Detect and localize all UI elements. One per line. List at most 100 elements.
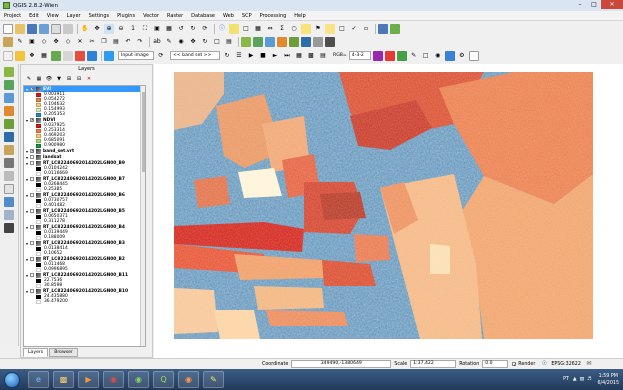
refresh-input-icon[interactable]: ⟳: [156, 51, 166, 61]
new-bookmark-icon[interactable]: [301, 23, 311, 34]
expand-toggle-icon[interactable]: ▾: [25, 257, 29, 262]
manage-visibility-icon[interactable]: 👁: [45, 75, 53, 83]
open-attribute-table-icon[interactable]: ▦: [253, 24, 263, 34]
add-spatialite-layer-icon[interactable]: [277, 36, 287, 47]
crs-status[interactable]: EPSG:32622: [551, 362, 581, 367]
menu-scp[interactable]: SCP: [238, 13, 256, 19]
copy-features-icon[interactable]: ❐: [99, 37, 109, 47]
pan-icon[interactable]: ✋: [80, 24, 90, 34]
explorer-icon[interactable]: ▩: [53, 371, 74, 388]
minimize-button[interactable]: –: [573, 0, 587, 9]
layer-row[interactable]: ▾ RT_LC82240692014202LGN00_B10: [24, 288, 145, 294]
scp-roi-draw-icon[interactable]: □: [421, 51, 431, 61]
refresh-icon[interactable]: ⟳: [200, 24, 210, 34]
add-virtual-icon[interactable]: [4, 171, 14, 181]
network-icon[interactable]: ▨: [580, 377, 585, 382]
band-set-play-icon[interactable]: ▶: [246, 51, 256, 61]
layer-visibility-checkbox[interactable]: ✕: [30, 87, 34, 91]
menu-vector[interactable]: Vector: [139, 13, 163, 19]
deselect-icon[interactable]: □: [241, 24, 251, 34]
zoom-layer-icon[interactable]: ▦: [164, 24, 174, 34]
scp-tool-icon[interactable]: [3, 50, 13, 61]
print-composer-icon[interactable]: [51, 23, 61, 34]
add-feature-icon[interactable]: ◇: [39, 37, 49, 47]
log-messages-icon[interactable]: ✉: [584, 359, 594, 369]
expand-toggle-icon[interactable]: ▾: [25, 209, 29, 214]
close-button[interactable]: ✕: [601, 0, 623, 9]
add-wfs-layer-icon[interactable]: [301, 36, 311, 47]
tray-arrow-icon[interactable]: ▲: [573, 377, 577, 382]
add-wfs-icon[interactable]: [4, 145, 14, 155]
layer-visibility-checkbox[interactable]: [30, 161, 34, 165]
expand-toggle-icon[interactable]: ▾: [25, 161, 29, 166]
chrome-icon[interactable]: ◉: [103, 371, 124, 388]
move-annotation-icon[interactable]: ✓: [349, 24, 359, 34]
new-layer-icon[interactable]: [4, 184, 14, 194]
layer-visibility-checkbox[interactable]: [30, 209, 34, 213]
scp-point-icon[interactable]: [15, 50, 25, 61]
measure-icon[interactable]: ⇔: [265, 24, 275, 34]
save-edits-icon[interactable]: ▣: [27, 37, 37, 47]
expand-toggle-icon[interactable]: ▾: [25, 289, 29, 294]
add-mssql-icon[interactable]: [4, 210, 14, 220]
menu-web[interactable]: Web: [219, 13, 238, 19]
scp-preview-icon[interactable]: ✎: [409, 51, 419, 61]
qgis-taskbar-icon[interactable]: Q: [153, 371, 174, 388]
label-change-icon[interactable]: □: [212, 37, 222, 47]
scrollbar-thumb[interactable]: [142, 92, 145, 172]
zoom-next-icon[interactable]: ↻: [188, 24, 198, 34]
menu-project[interactable]: Project: [0, 13, 25, 19]
add-wms-icon[interactable]: [4, 119, 14, 129]
zoom-selection-icon[interactable]: ▣: [152, 24, 162, 34]
open-layer-styling-icon[interactable]: ✎: [25, 75, 33, 83]
expand-toggle-icon[interactable]: ▾: [25, 177, 29, 182]
tab-browser[interactable]: Browser: [49, 348, 78, 357]
expand-toggle-icon[interactable]: ▾: [25, 155, 29, 160]
scp-settings-icon[interactable]: ⚙: [457, 51, 467, 61]
coordinate-field[interactable]: 349490,-1380649: [291, 360, 392, 368]
paint-icon[interactable]: ✎: [203, 371, 224, 388]
add-spatialite-icon[interactable]: [4, 106, 14, 116]
legend-item[interactable]: 36.479200: [24, 299, 145, 304]
text-annotation-icon[interactable]: [325, 23, 335, 34]
add-vector-icon[interactable]: [4, 67, 14, 77]
render-checkbox[interactable]: ✓: [512, 362, 517, 367]
media-player-icon[interactable]: ▶: [78, 371, 99, 388]
menu-processing[interactable]: Processing: [256, 13, 291, 19]
label-tool-icon[interactable]: ab: [152, 37, 162, 47]
layer-visibility-checkbox[interactable]: [30, 155, 34, 159]
raster-map[interactable]: [154, 64, 623, 358]
collapse-all-icon[interactable]: ⊟: [75, 75, 83, 83]
scp-cursor-icon[interactable]: ❖: [27, 51, 37, 61]
label-move-icon[interactable]: ✥: [188, 37, 198, 47]
undo-icon[interactable]: ↶: [123, 37, 133, 47]
layer-visibility-checkbox[interactable]: [30, 241, 34, 245]
label-pin-icon[interactable]: ✎: [164, 37, 174, 47]
add-oracle-icon[interactable]: [4, 197, 14, 207]
add-postgis-layer-icon[interactable]: [265, 36, 275, 47]
node-tool-icon[interactable]: ◇: [63, 37, 73, 47]
tab-layers[interactable]: Layers: [23, 348, 49, 357]
layer-visibility-checkbox[interactable]: ✕: [30, 118, 34, 122]
scp-cumulative-icon[interactable]: [384, 50, 395, 61]
add-raster-icon[interactable]: [4, 80, 14, 90]
scale-combo[interactable]: 1:37,422: [410, 360, 457, 368]
label-show-icon[interactable]: ◉: [176, 37, 186, 47]
label-rotate-icon[interactable]: ↻: [200, 37, 210, 47]
scp-class-icon[interactable]: [87, 50, 97, 61]
scp-blank-icon[interactable]: [468, 50, 479, 61]
new-project-icon[interactable]: [3, 23, 13, 34]
add-gpx-icon[interactable]: [4, 223, 14, 233]
language-indicator[interactable]: PT: [563, 377, 569, 382]
delete-selected-icon[interactable]: ✕: [75, 37, 85, 47]
rotation-field[interactable]: 0.0: [482, 360, 509, 368]
scp-classification-icon[interactable]: [444, 50, 455, 61]
cut-features-icon[interactable]: ✂: [87, 37, 97, 47]
add-group-icon[interactable]: ▦: [35, 75, 43, 83]
zoom-in-icon[interactable]: ⊕: [104, 23, 114, 34]
expand-all-icon[interactable]: ⊞: [65, 75, 73, 83]
python-console-icon[interactable]: [378, 23, 388, 34]
expand-toggle-icon[interactable]: ▾: [25, 193, 29, 198]
layer-tree-scrollbar[interactable]: [140, 86, 145, 346]
expand-toggle-icon[interactable]: ▾: [25, 225, 29, 230]
